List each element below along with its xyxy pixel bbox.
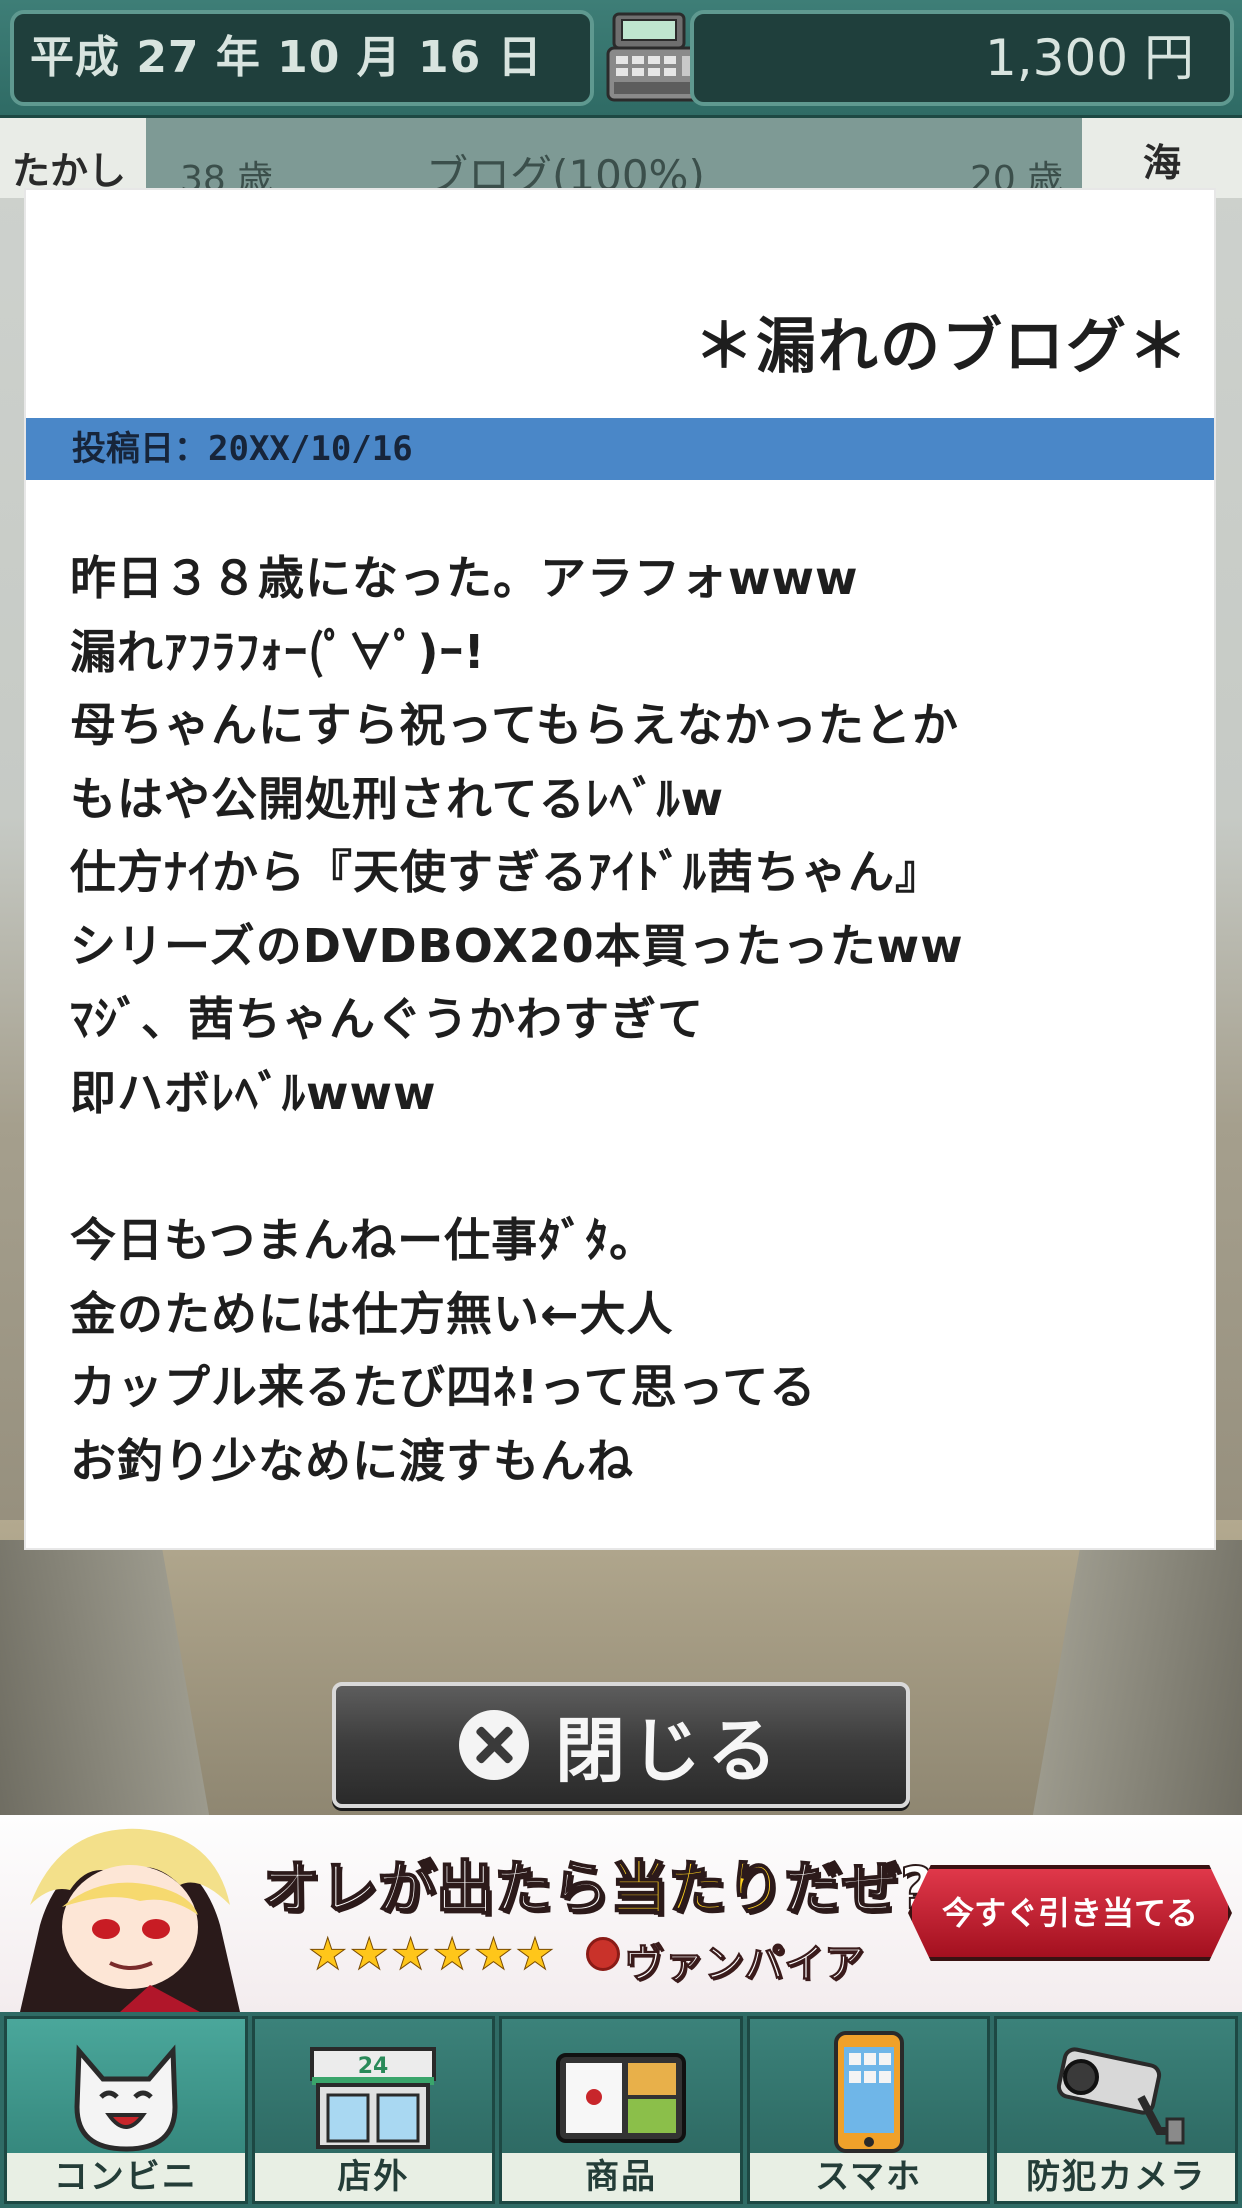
close-icon xyxy=(459,1710,529,1780)
attribute-icon xyxy=(586,1937,620,1971)
post-line: ﾏｼﾞ、茜ちゃんぐうかわすぎて xyxy=(70,992,705,1046)
post-line: 母ちゃんにすら祝ってもらえなかったとか xyxy=(70,698,959,752)
post-line: 昨日３８歳になった。アラフォwww xyxy=(70,551,859,605)
bottom-nav: コンビニ 24 店外 商品 スマホ 防犯カメラ xyxy=(0,2012,1242,2208)
post-line: 今日もつまんねー仕事ﾀﾞﾀ。 xyxy=(70,1213,657,1267)
character-name-right[interactable]: 海 xyxy=(1082,118,1242,198)
nav-label: スマホ xyxy=(749,2153,988,2201)
vampire-character-image xyxy=(20,1828,240,2012)
nav-products[interactable]: 商品 xyxy=(499,2016,743,2204)
post-line: 金のためには仕方無い←大人 xyxy=(70,1286,674,1341)
post-line: シリーズのDVDBOX20本買ったったww xyxy=(70,918,964,973)
post-line: カップル来るたび四ﾈ!って思ってる xyxy=(70,1360,817,1414)
top-status-bar: 平成 27 年 10 月 16 日 1,300 円 xyxy=(0,0,1242,118)
money-display: 1,300 円 xyxy=(690,10,1234,106)
close-button[interactable]: 閉じる xyxy=(332,1682,910,1808)
nav-smartphone[interactable]: スマホ xyxy=(746,2016,991,2204)
post-line: 即ハボﾚﾍﾞﾙwww xyxy=(70,1065,437,1120)
post-date-bar: 投稿日：20XX/10/16 xyxy=(26,418,1214,480)
cat-icon xyxy=(74,2044,178,2152)
ad-headline: オレが出たら当たりだぜ? xyxy=(261,1841,935,1925)
rarity-stars: ★★★★★★ xyxy=(308,1929,557,1981)
post-line: 漏れｱﾌﾗﾌｫｰ(ﾟ∀ﾟ)ｰ! xyxy=(70,624,486,679)
bento-icon xyxy=(555,2053,686,2143)
nav-label: コンビニ xyxy=(7,2153,245,2201)
blog-post-body: 昨日３８歳になった。アラフォwww 漏れｱﾌﾗﾌｫｰ(ﾟ∀ﾟ)ｰ! 母ちゃんにす… xyxy=(70,542,1190,1498)
store-icon: 24 xyxy=(310,2047,437,2149)
nav-security-camera[interactable]: 防犯カメラ xyxy=(994,2016,1238,2204)
security-camera-icon xyxy=(1057,2047,1185,2145)
blog-modal: ＊漏れのブログ＊ 投稿日：20XX/10/16 昨日３８歳になった。アラフォww… xyxy=(26,190,1214,1548)
svg-text:24: 24 xyxy=(358,2054,389,2079)
character-name-left[interactable]: たかし xyxy=(0,118,146,198)
nav-outside[interactable]: 24 店外 xyxy=(251,2016,496,2204)
ad-headline-highlight: 当たり xyxy=(609,1853,785,1923)
nav-label: 商品 xyxy=(502,2153,740,2201)
ad-cta-button[interactable]: 今すぐ引き当てる xyxy=(908,1865,1232,1961)
nav-label: 防犯カメラ xyxy=(997,2153,1235,2201)
post-line: もはや公開処刑されてるﾚﾍﾞﾙw xyxy=(70,771,725,826)
nav-label: 店外 xyxy=(254,2153,493,2201)
ad-subtitle: ヴァンパイア xyxy=(624,1941,865,1988)
close-button-label: 閉じる xyxy=(555,1709,783,1792)
ad-headline-pre: オレが出たら xyxy=(261,1853,611,1923)
game-date: 平成 27 年 10 月 16 日 xyxy=(10,10,594,106)
post-line: お釣り少なめに渡すもんね xyxy=(70,1433,634,1488)
ad-banner[interactable]: オレが出たら当たりだぜ? ★★★★★★ ヴァンパイア 今すぐ引き当てる xyxy=(0,1815,1242,2012)
smartphone-icon xyxy=(833,2031,904,2153)
blog-title: ＊漏れのブログ＊ xyxy=(694,312,1190,382)
nav-konbini[interactable]: コンビニ xyxy=(4,2016,248,2204)
post-line: 仕方ﾅｲから『天使すぎるｱｲﾄﾞﾙ茜ちゃん』 xyxy=(70,845,942,899)
